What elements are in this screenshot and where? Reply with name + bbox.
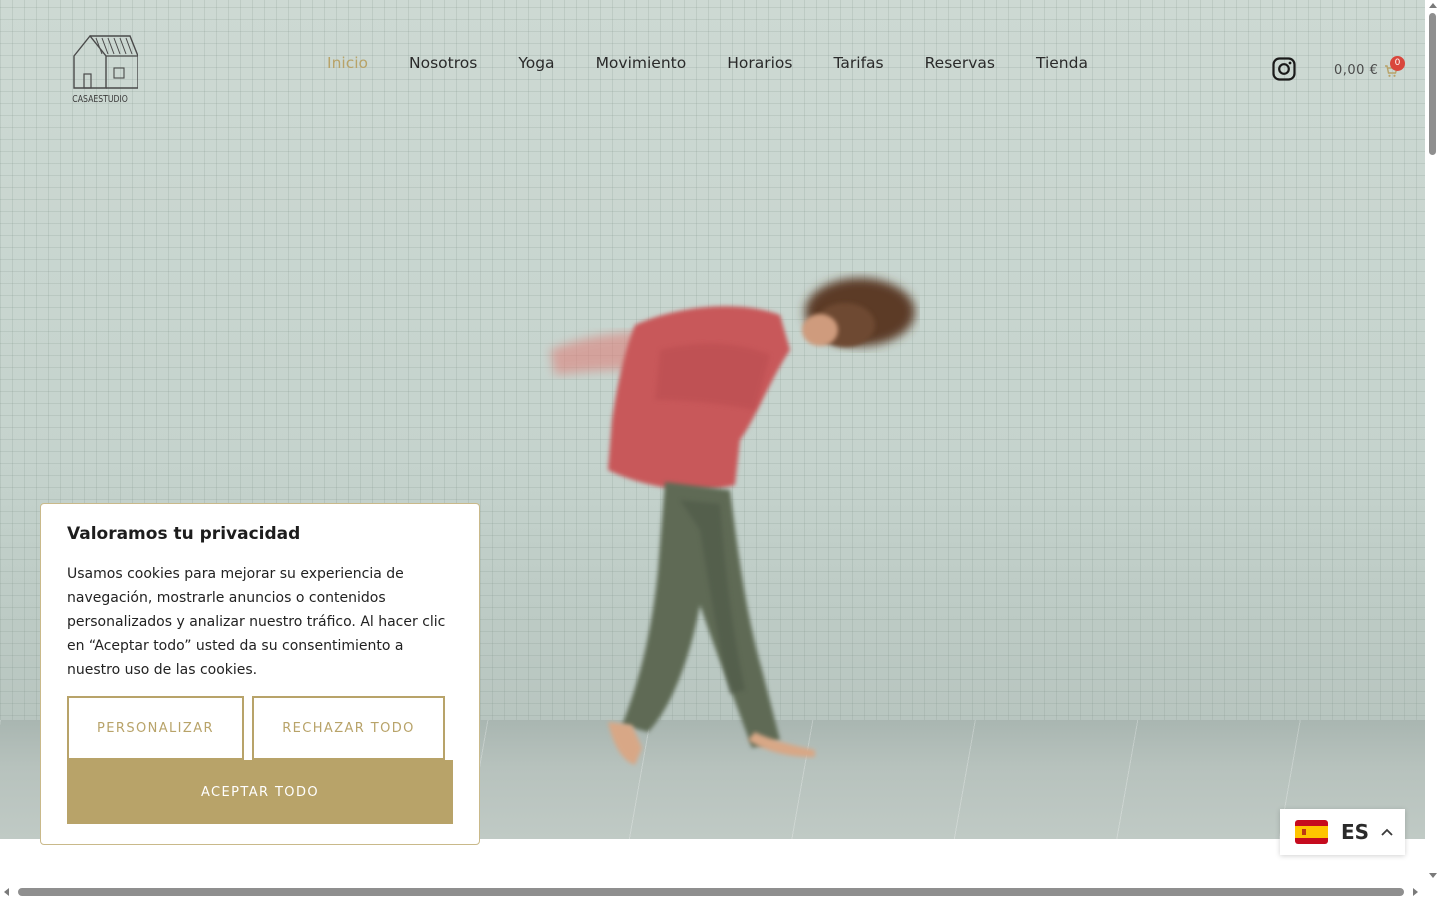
- cart-count-badge: 0: [1390, 56, 1405, 71]
- scroll-right-arrow-icon[interactable]: [1413, 888, 1418, 896]
- site-logo[interactable]: CASAESTUDIO: [70, 34, 140, 110]
- nav-item-tienda[interactable]: Tienda: [1036, 52, 1088, 74]
- customize-cookies-button[interactable]: PERSONALIZAR: [67, 696, 244, 760]
- instagram-icon[interactable]: [1272, 57, 1296, 81]
- main-navigation: Inicio Nosotros Yoga Movimiento Horarios…: [327, 52, 1129, 74]
- scroll-up-arrow-icon[interactable]: [1429, 3, 1437, 8]
- horizontal-scroll-thumb[interactable]: [18, 888, 1404, 896]
- reject-all-cookies-button[interactable]: RECHAZAR TODO: [252, 696, 445, 760]
- language-code: ES: [1341, 820, 1370, 844]
- house-outline-icon: [73, 34, 138, 89]
- cart-button[interactable]: 0,00 €: [1334, 60, 1399, 80]
- logo-text: CASAESTUDIO: [72, 94, 128, 105]
- cart-amount: 0,00 €: [1334, 62, 1379, 78]
- language-switcher[interactable]: ES: [1280, 809, 1405, 855]
- cookie-text: Usamos cookies para mejorar su experienc…: [67, 566, 446, 678]
- nav-item-tarifas[interactable]: Tarifas: [833, 52, 883, 74]
- scroll-down-arrow-icon[interactable]: [1429, 873, 1437, 878]
- nav-item-horarios[interactable]: Horarios: [727, 52, 792, 74]
- dancer-figure: [550, 278, 915, 765]
- scrollbar-corner: [1425, 884, 1440, 900]
- scroll-left-arrow-icon[interactable]: [4, 888, 9, 896]
- nav-item-reservas[interactable]: Reservas: [925, 52, 995, 74]
- cookie-consent-banner: Valoramos tu privacidad Usamos cookies p…: [40, 503, 480, 845]
- cookie-title: Valoramos tu privacidad: [67, 524, 301, 544]
- vertical-scrollbar[interactable]: [1425, 0, 1440, 884]
- nav-item-yoga[interactable]: Yoga: [518, 52, 554, 74]
- vertical-scroll-thumb[interactable]: [1429, 13, 1436, 155]
- page: CASAESTUDIO Inicio Nosotros Yoga Movimie…: [0, 0, 1440, 900]
- accept-all-cookies-button[interactable]: ACEPTAR TODO: [67, 760, 453, 824]
- horizontal-scrollbar[interactable]: [0, 884, 1425, 900]
- nav-item-movimiento[interactable]: Movimiento: [596, 52, 687, 74]
- spain-flag-icon: [1295, 820, 1328, 844]
- nav-item-inicio[interactable]: Inicio: [327, 52, 368, 74]
- nav-item-nosotros[interactable]: Nosotros: [409, 52, 477, 74]
- chevron-up-icon: [1381, 828, 1393, 836]
